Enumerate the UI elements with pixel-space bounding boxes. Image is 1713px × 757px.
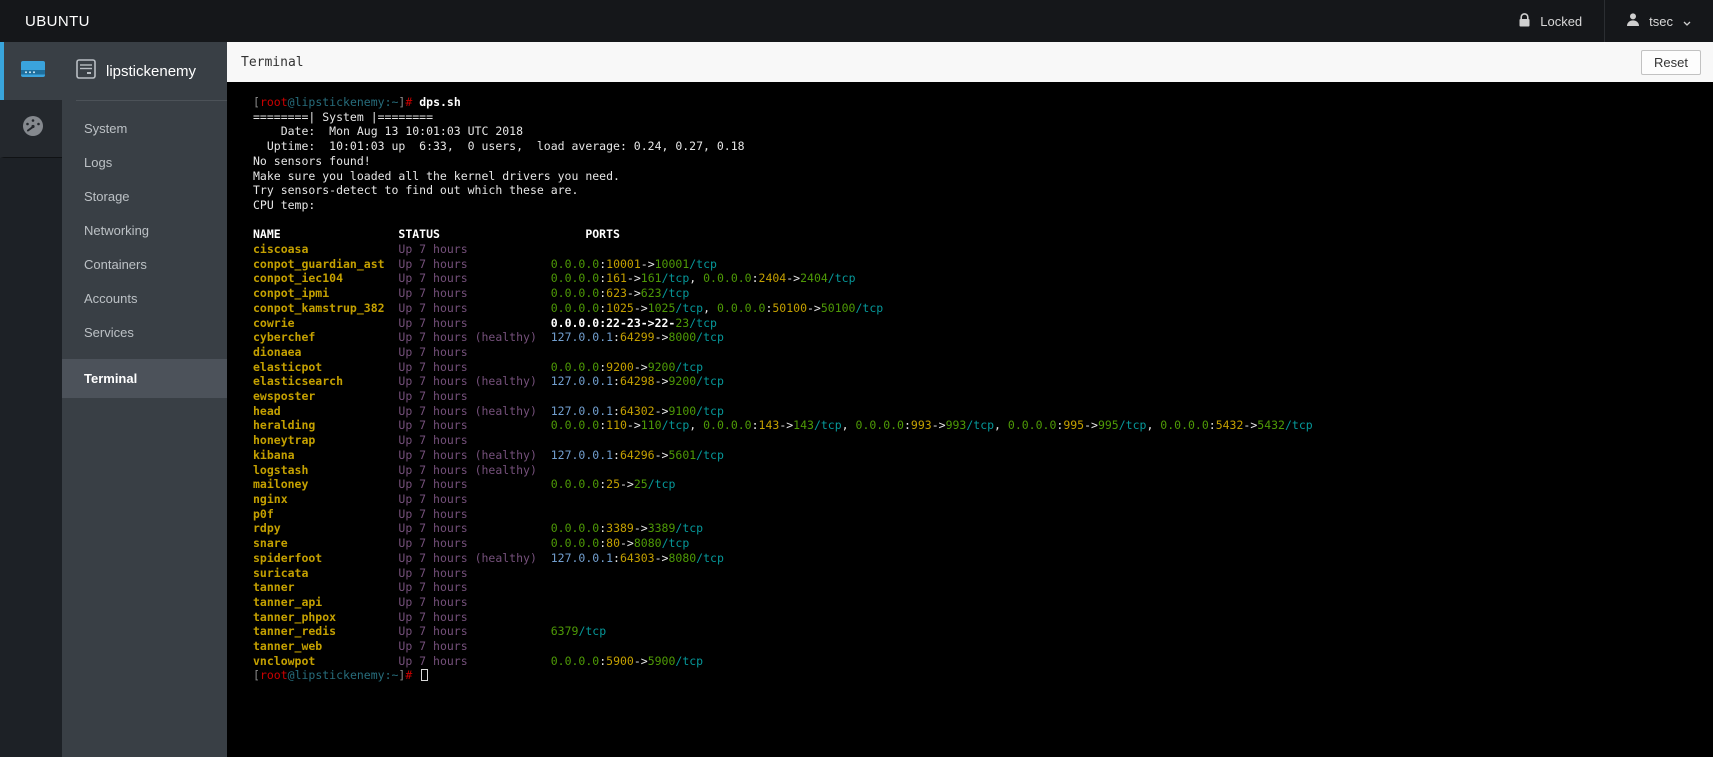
sidebar-item-services[interactable]: Services bbox=[62, 315, 227, 349]
terminal-line: honeytrap Up 7 hours bbox=[253, 433, 1705, 448]
terminal-line: spiderfoot Up 7 hours (healthy) 127.0.0.… bbox=[253, 551, 1705, 566]
terminal-line: [root@lipstickenemy:~]# dps.sh bbox=[253, 95, 1705, 110]
terminal-line: vnclowpot Up 7 hours 0.0.0.0:5900->5900/… bbox=[253, 654, 1705, 669]
terminal-line: conpot_guardian_ast Up 7 hours 0.0.0.0:1… bbox=[253, 257, 1705, 272]
terminal-line: ewsposter Up 7 hours bbox=[253, 389, 1705, 404]
terminal-line: ciscoasa Up 7 hours bbox=[253, 242, 1705, 257]
page-title: Terminal bbox=[241, 55, 304, 70]
terminal-line: tanner_redis Up 7 hours 6379/tcp bbox=[253, 624, 1705, 639]
terminal-line: tanner Up 7 hours bbox=[253, 580, 1705, 595]
host-header: lipstickenemy bbox=[62, 42, 227, 96]
rail-host-button[interactable] bbox=[0, 42, 62, 100]
terminal-line: dionaea Up 7 hours bbox=[253, 345, 1705, 360]
server-icon bbox=[20, 59, 46, 84]
sidebar-separator bbox=[76, 100, 227, 101]
terminal-line: [root@lipstickenemy:~]# bbox=[253, 668, 1705, 683]
dashboard-gauge-icon bbox=[21, 114, 45, 143]
terminal-line: CPU temp: bbox=[253, 198, 1705, 213]
rail-dashboard-button[interactable] bbox=[0, 100, 62, 158]
terminal-line: NAME STATUS PORTS bbox=[253, 227, 1705, 242]
main-row: lipstickenemy SystemLogsStorageNetworkin… bbox=[0, 42, 1713, 757]
lock-icon bbox=[1519, 13, 1530, 30]
terminal-line: Date: Mon Aug 13 10:01:03 UTC 2018 bbox=[253, 124, 1705, 139]
terminal-line: cyberchef Up 7 hours (healthy) 127.0.0.1… bbox=[253, 330, 1705, 345]
terminal-line: kibana Up 7 hours (healthy) 127.0.0.1:64… bbox=[253, 448, 1705, 463]
sidebar-item-logs[interactable]: Logs bbox=[62, 145, 227, 179]
terminal-line: heralding Up 7 hours 0.0.0.0:110->110/tc… bbox=[253, 418, 1705, 433]
terminal-line: suricata Up 7 hours bbox=[253, 566, 1705, 581]
sidebar-item-terminal[interactable]: Terminal bbox=[62, 359, 227, 398]
terminal-line: conpot_iec104 Up 7 hours 0.0.0.0:161->16… bbox=[253, 271, 1705, 286]
sidebar-panel: lipstickenemy SystemLogsStorageNetworkin… bbox=[62, 42, 227, 757]
terminal-line bbox=[253, 213, 1705, 228]
terminal-line: snare Up 7 hours 0.0.0.0:80->8080/tcp bbox=[253, 536, 1705, 551]
sidebar-item-networking[interactable]: Networking bbox=[62, 213, 227, 247]
terminal-cursor bbox=[421, 669, 428, 681]
terminal-line: tanner_web Up 7 hours bbox=[253, 639, 1705, 654]
topbar: UBUNTU Locked tsec bbox=[0, 0, 1713, 42]
sidebar-item-storage[interactable]: Storage bbox=[62, 179, 227, 213]
sidebar-item-containers[interactable]: Containers bbox=[62, 247, 227, 281]
sidebar-nav: SystemLogsStorageNetworkingContainersAcc… bbox=[62, 111, 227, 398]
terminal-line: Make sure you loaded all the kernel driv… bbox=[253, 169, 1705, 184]
locked-label: Locked bbox=[1540, 14, 1582, 29]
sidebar-rail bbox=[0, 42, 62, 757]
terminal-line: logstash Up 7 hours (healthy) bbox=[253, 463, 1705, 478]
terminal-line: tanner_phpox Up 7 hours bbox=[253, 610, 1705, 625]
app-window: UBUNTU Locked tsec bbox=[0, 0, 1713, 757]
terminal-output[interactable]: [root@lipstickenemy:~]# dps.sh========| … bbox=[227, 82, 1713, 757]
chevron-down-icon bbox=[1683, 14, 1691, 29]
terminal-line: conpot_kamstrup_382 Up 7 hours 0.0.0.0:1… bbox=[253, 301, 1705, 316]
terminal-line: head Up 7 hours (healthy) 127.0.0.1:6430… bbox=[253, 404, 1705, 419]
user-name: tsec bbox=[1649, 14, 1673, 29]
terminal-line: ========| System |======== bbox=[253, 110, 1705, 125]
terminal-line: elasticsearch Up 7 hours (healthy) 127.0… bbox=[253, 374, 1705, 389]
host-name: lipstickenemy bbox=[106, 63, 196, 80]
terminal-line: cowrie Up 7 hours 0.0.0.0:22-23->22-23/t… bbox=[253, 316, 1705, 331]
terminal-line: nginx Up 7 hours bbox=[253, 492, 1705, 507]
terminal-line: mailoney Up 7 hours 0.0.0.0:25->25/tcp bbox=[253, 477, 1705, 492]
content-column: Terminal Reset [root@lipstickenemy:~]# d… bbox=[227, 42, 1713, 757]
brand-logo: UBUNTU bbox=[25, 13, 90, 30]
host-machine-icon bbox=[76, 59, 96, 83]
user-icon bbox=[1627, 13, 1639, 29]
topbar-right: Locked tsec bbox=[1497, 0, 1713, 42]
terminal-line: Try sensors-detect to find out which the… bbox=[253, 183, 1705, 198]
terminal-line: p0f Up 7 hours bbox=[253, 507, 1705, 522]
sidebar-item-system[interactable]: System bbox=[62, 111, 227, 145]
terminal-line: rdpy Up 7 hours 0.0.0.0:3389->3389/tcp bbox=[253, 521, 1705, 536]
sidebar-item-accounts[interactable]: Accounts bbox=[62, 281, 227, 315]
reset-button[interactable]: Reset bbox=[1641, 50, 1701, 75]
terminal-line: Uptime: 10:01:03 up 6:33, 0 users, load … bbox=[253, 139, 1705, 154]
terminal-line: No sensors found! bbox=[253, 154, 1705, 169]
user-menu[interactable]: tsec bbox=[1605, 0, 1713, 42]
terminal-line: tanner_api Up 7 hours bbox=[253, 595, 1705, 610]
terminal-line: elasticpot Up 7 hours 0.0.0.0:9200->9200… bbox=[253, 360, 1705, 375]
content-header: Terminal Reset bbox=[227, 42, 1713, 82]
terminal-line: conpot_ipmi Up 7 hours 0.0.0.0:623->623/… bbox=[253, 286, 1705, 301]
locked-button[interactable]: Locked bbox=[1497, 0, 1604, 42]
